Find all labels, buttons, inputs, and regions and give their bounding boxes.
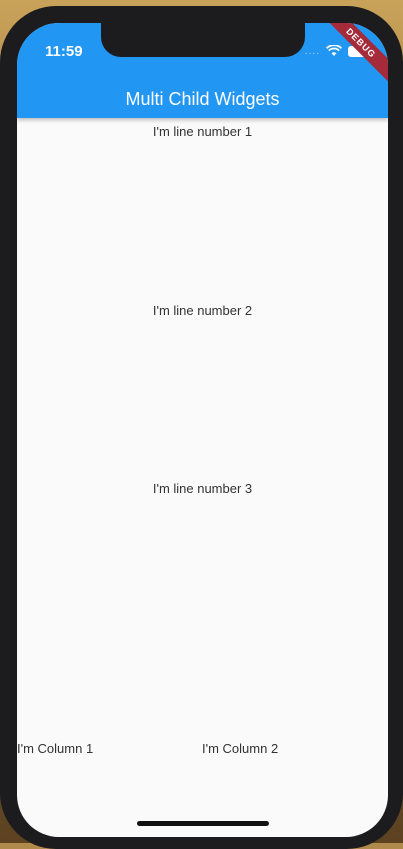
app-bar-title: Multi Child Widgets xyxy=(125,89,280,109)
line-2-text: I'm line number 2 xyxy=(152,303,253,318)
notch xyxy=(101,23,305,57)
column-2-text: I'm Column 2 xyxy=(202,741,279,756)
phone-frame: 11:59 .... DEBUG Multi Child Widgets I'm… xyxy=(0,6,403,849)
line-1-text: I'm line number 1 xyxy=(152,124,253,139)
status-time: 11:59 xyxy=(45,43,83,60)
signal-icon: .... xyxy=(304,45,320,57)
column-1-text: I'm Column 1 xyxy=(17,741,94,756)
app-bar: 11:59 .... DEBUG Multi Child Widgets xyxy=(17,23,388,118)
line-3-text: I'm line number 3 xyxy=(152,481,253,496)
wifi-icon xyxy=(326,45,342,57)
screen: 11:59 .... DEBUG Multi Child Widgets I'm… xyxy=(17,23,388,837)
home-indicator[interactable] xyxy=(137,821,269,826)
